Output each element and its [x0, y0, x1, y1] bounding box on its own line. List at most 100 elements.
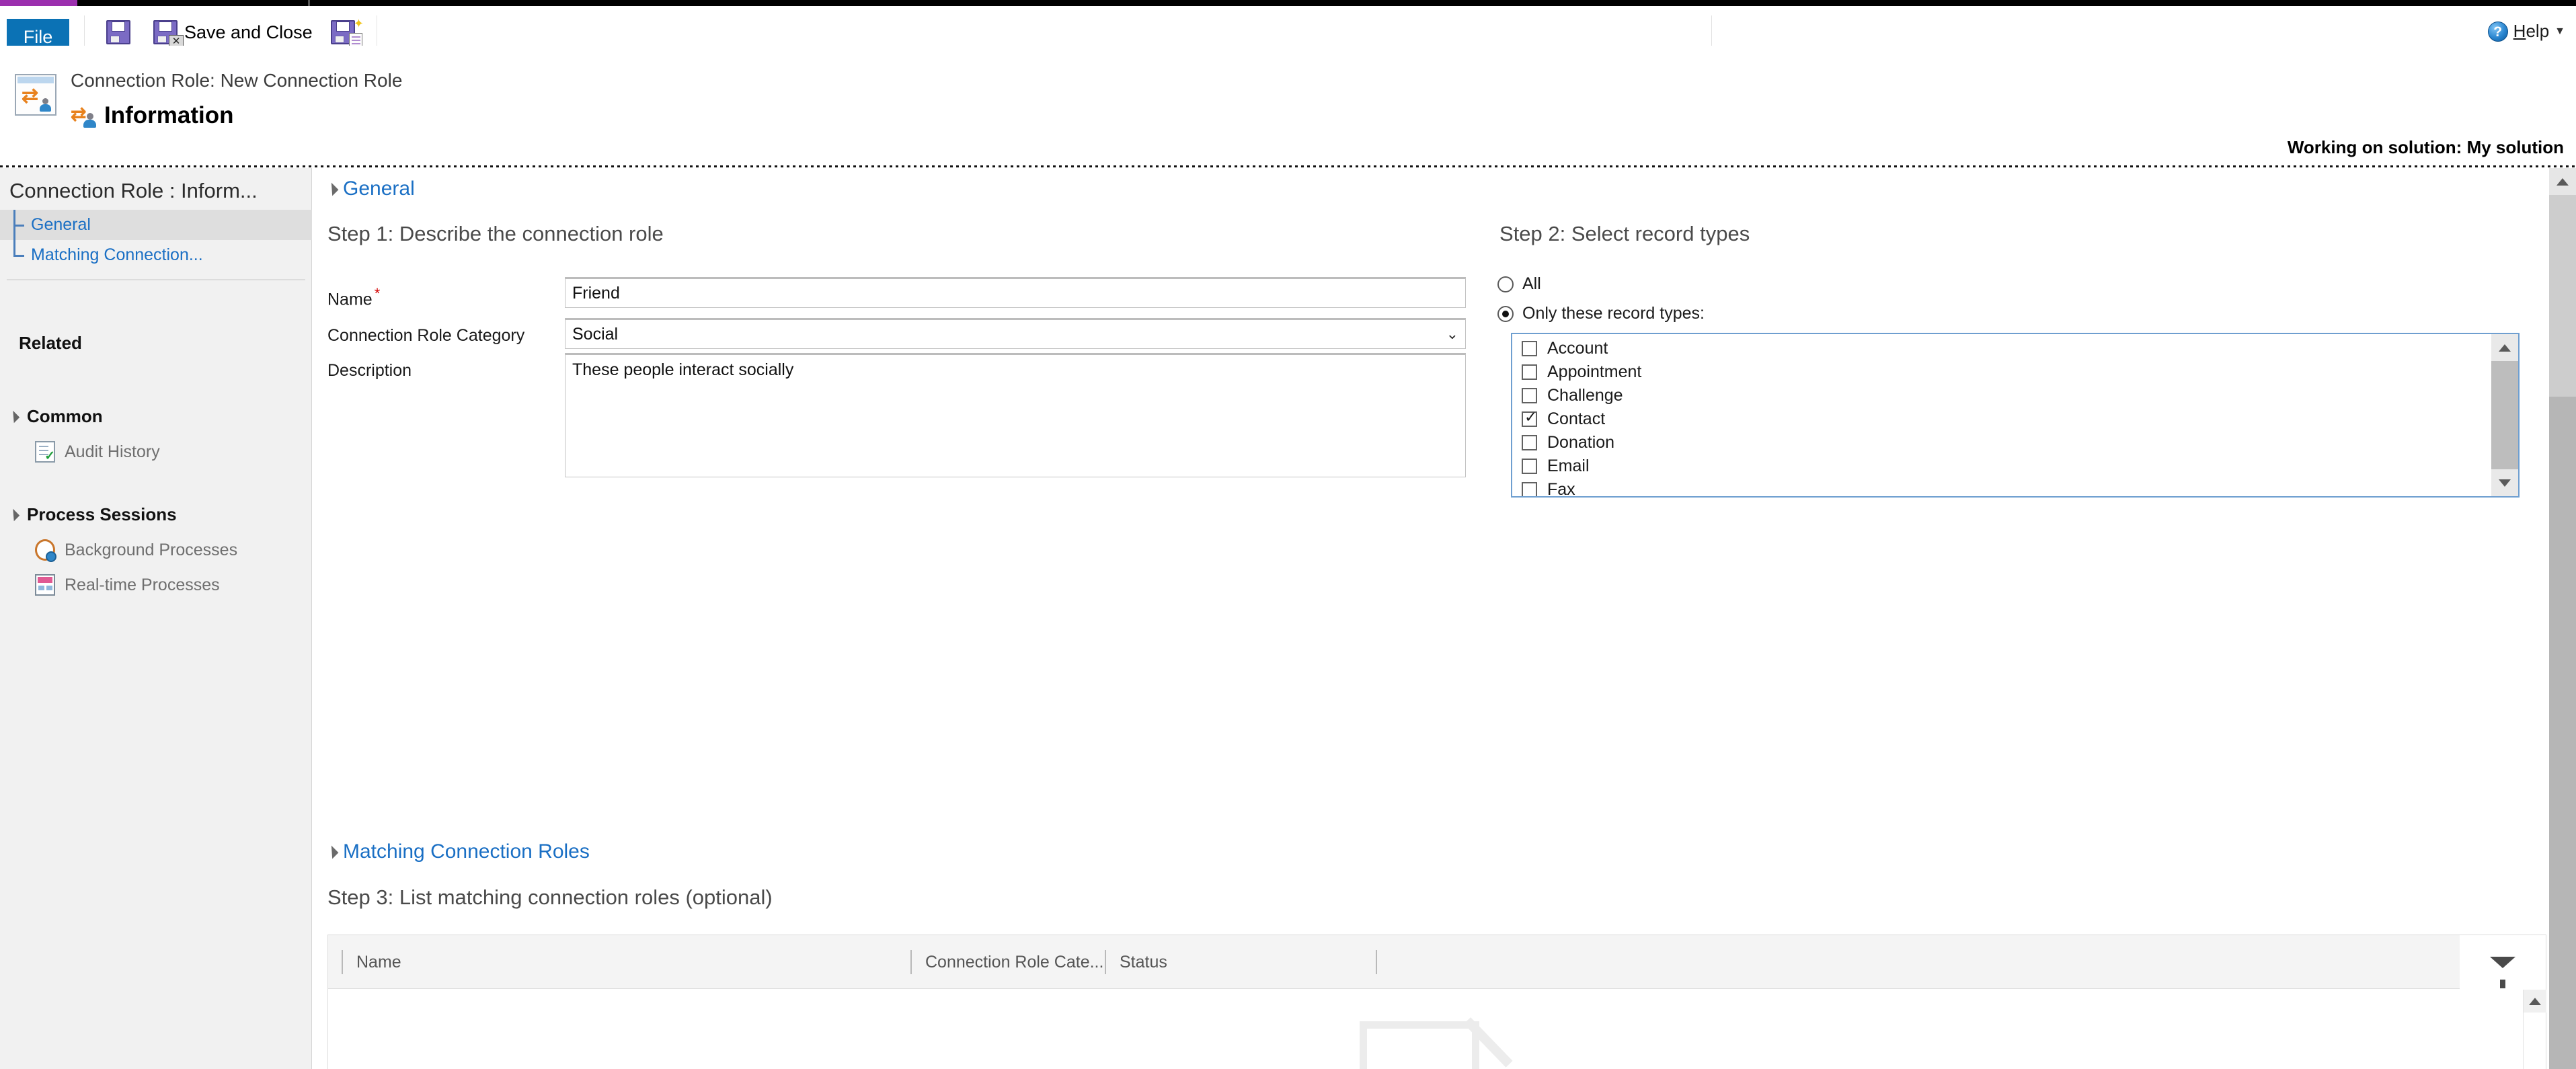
record-type-label: Fax [1547, 480, 1575, 498]
record-types-scrollbar[interactable] [2491, 334, 2518, 496]
page-scrollbar[interactable] [2549, 168, 2576, 1069]
form-body: General Step 1: Describe the connection … [313, 168, 2561, 1069]
record-type-item[interactable]: Contact [1522, 407, 1605, 431]
connection-role-icon: ⇄ [15, 74, 56, 116]
checkbox-fax[interactable] [1522, 482, 1537, 496]
form-navigation-pane: Connection Role : Inform... General Matc… [0, 168, 312, 1069]
step1-heading: Step 1: Describe the connection role [327, 222, 664, 245]
checkbox-account[interactable] [1522, 341, 1537, 356]
help-label-rest: elp [2526, 21, 2550, 41]
chevron-down-icon-scroll [2499, 479, 2511, 487]
record-type-item[interactable]: Appointment [1522, 360, 1641, 384]
grid-filter-button[interactable] [2460, 935, 2546, 989]
chevron-up-icon [2499, 344, 2511, 352]
record-types-list[interactable]: Account Appointment Challenge Contact Do… [1511, 333, 2520, 498]
description-textarea[interactable]: These people interact socially [565, 353, 1466, 477]
nav-group-common[interactable]: Common [7, 406, 103, 427]
checkbox-challenge[interactable] [1522, 388, 1537, 403]
save-and-new-icon: ✦ [331, 17, 364, 49]
window-chrome-strip [0, 0, 2576, 6]
name-input[interactable]: Friend [565, 277, 1466, 308]
column-header-category[interactable]: Connection Role Cate... [910, 935, 1105, 989]
command-bar: File ✕ Save and Close ✦ ? Help ▼ [0, 6, 2576, 55]
sidebar-item-audit-history[interactable]: ✓ Audit History [35, 441, 160, 463]
solution-indicator: Working on solution: My solution [2287, 137, 2564, 157]
form-name-group: ⇄ Information [71, 102, 233, 129]
record-type-item[interactable]: Challenge [1522, 384, 1623, 407]
scroll-up-button[interactable] [2491, 334, 2518, 361]
category-select-value: Social [572, 324, 619, 344]
empty-grid-watermark-icon [1360, 1017, 1514, 1069]
record-type-label: Challenge [1547, 386, 1623, 405]
radio-all[interactable]: All [1497, 274, 1541, 294]
sidebar-item-real-time-processes-label: Real-time Processes [65, 575, 220, 594]
column-header-status[interactable]: Status [1105, 935, 1266, 989]
category-label: Connection Role Category [327, 326, 525, 345]
radio-only-these-control[interactable] [1497, 305, 1514, 322]
nav-group-process-sessions-label: Process Sessions [27, 504, 177, 524]
nav-group-process-sessions[interactable]: Process Sessions [7, 504, 177, 525]
radio-only-these[interactable]: Only these record types: [1497, 304, 1705, 323]
sidebar-item-background-processes[interactable]: Background Processes [35, 539, 237, 562]
radio-only-these-label: Only these record types: [1522, 304, 1705, 323]
checkbox-contact[interactable] [1522, 409, 1537, 427]
chevron-collapse-icon-general [325, 182, 339, 196]
save-and-new-button[interactable]: ✦ [331, 17, 364, 49]
grid-scrollbar[interactable] [2523, 990, 2546, 1069]
checkbox-email[interactable] [1522, 459, 1537, 474]
form-header: ⇄ Connection Role: New Connection Role ⇄… [0, 46, 2576, 164]
chevron-collapse-icon-2 [7, 508, 20, 521]
scroll-down-button[interactable] [2491, 469, 2518, 496]
tree-branch-end-icon [0, 240, 31, 270]
real-time-processes-icon [35, 574, 55, 596]
grid-body [328, 990, 2546, 1069]
save-button[interactable] [106, 18, 130, 46]
checkbox-donation[interactable] [1522, 435, 1537, 450]
section-header-matching-label: Matching Connection Roles [343, 840, 590, 863]
section-header-general-label: General [343, 177, 415, 200]
record-type-item[interactable]: Email [1522, 454, 1590, 478]
name-label-text: Name [327, 290, 373, 309]
description-textarea-value: These people interact socially [572, 360, 794, 379]
checkbox-appointment[interactable] [1522, 364, 1537, 380]
sidebar-item-audit-history-label: Audit History [65, 442, 160, 461]
help-label: Help [2513, 21, 2549, 42]
save-and-close-label: Save and Close [184, 22, 313, 42]
help-accesskey: H [2513, 21, 2526, 41]
nav-divider [7, 279, 305, 280]
step3-heading: Step 3: List matching connection roles (… [327, 885, 773, 909]
section-header-general[interactable]: General [325, 177, 415, 200]
chevron-up-icon-page [2557, 177, 2569, 186]
radio-all-control[interactable] [1497, 276, 1514, 292]
sidebar-item-real-time-processes[interactable]: Real-time Processes [35, 574, 220, 596]
category-select[interactable]: Social ⌄ [565, 318, 1466, 349]
record-type-item[interactable]: Donation [1522, 431, 1614, 454]
save-and-close-icon: ✕ [153, 20, 184, 48]
sidebar-item-matching-connection-label: Matching Connection... [31, 245, 203, 264]
chevron-down-icon-category: ⌄ [1446, 325, 1458, 342]
sidebar-item-matching-connection[interactable]: Matching Connection... [0, 240, 312, 270]
save-and-close-button[interactable]: ✕ Save and Close [153, 18, 313, 48]
ribbon-separator-3 [1711, 15, 1712, 46]
page-scroll-up-button[interactable] [2549, 168, 2576, 195]
section-header-matching[interactable]: Matching Connection Roles [325, 840, 590, 863]
matching-roles-grid: Name Connection Role Cate... Status [327, 935, 2546, 1069]
audit-history-icon: ✓ [35, 441, 55, 463]
column-header-name[interactable]: Name [342, 935, 543, 989]
related-heading: Related [19, 333, 82, 353]
record-type-item[interactable]: Account [1522, 337, 1608, 360]
name-label: Name * [327, 285, 380, 309]
tree-branch-icon [0, 210, 31, 240]
header-divider [0, 165, 2576, 167]
help-button[interactable]: ? Help ▼ [2487, 21, 2565, 42]
chevron-down-icon: ▼ [2554, 25, 2565, 37]
page-scrollbar-thumb[interactable] [2549, 195, 2576, 397]
grid-scroll-up-button[interactable] [2524, 990, 2546, 1013]
required-indicator: * [374, 285, 381, 302]
description-label: Description [327, 361, 412, 380]
filter-icon [2490, 956, 2515, 988]
record-type-label: Contact [1547, 409, 1606, 428]
chevron-up-icon-grid [2529, 997, 2541, 1005]
record-type-item[interactable]: Fax [1522, 478, 1575, 498]
sidebar-item-general[interactable]: General [0, 210, 312, 240]
